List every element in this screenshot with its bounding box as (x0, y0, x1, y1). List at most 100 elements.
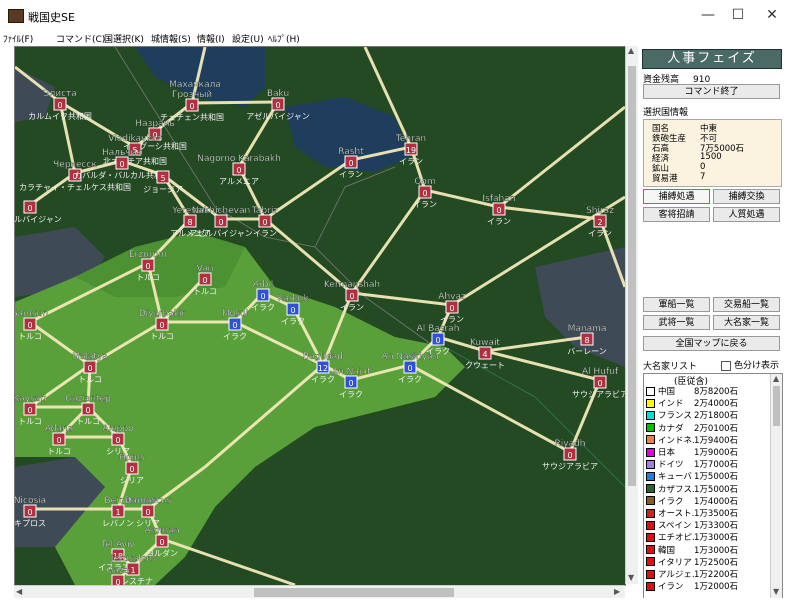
daimyo-list-item[interactable]: キューバ 1万5000石 (646, 470, 738, 482)
color-toggle-label: 色分け表示 (734, 361, 780, 371)
daimyo-list-item[interactable]: インド 2万4000石 (646, 397, 738, 409)
daimyo-list-item[interactable]: 中国 8万8200石 (646, 385, 739, 397)
color-swatch (646, 520, 655, 530)
list-scroll-up[interactable]: ▲ (773, 374, 779, 383)
daimyo-name: スペイン (658, 521, 692, 532)
menu-castle-info[interactable]: 城情報(S) (151, 32, 191, 45)
daimyo-list-item[interactable]: ドイツ 1万7000石 (646, 458, 738, 470)
daimyo-list-item[interactable]: 韓国 1万3000石 (646, 544, 738, 556)
capture-exchange-button[interactable]: 捕縛交換 (713, 189, 780, 204)
country-name: トルコ (150, 332, 174, 341)
hostage-treatment-button[interactable]: 人質処遇 (713, 207, 780, 222)
list-scrollbar[interactable]: ▲ ▼ (770, 374, 782, 598)
capture-treatment-button[interactable]: 捕縛処遇 (643, 189, 710, 204)
map-vertical-scrollbar[interactable]: ▲ ▼ (625, 46, 638, 584)
daimyo-list-item[interactable]: インドネ..1万9400石 (646, 434, 738, 446)
close-button[interactable]: ✕ (752, 4, 792, 26)
daimyo-list-item[interactable]: エチオピ..1万3000石 (646, 531, 738, 544)
country-name: イラク (339, 390, 363, 399)
daimyo-list-item[interactable]: カザフス..1万5000石 (646, 483, 739, 495)
guest-general-button[interactable]: 客将招請 (643, 207, 710, 222)
country-name: キプロス (15, 519, 46, 528)
country-name: バーレーン (567, 347, 607, 356)
menu-info[interactable]: 情報(I) (197, 32, 225, 45)
daimyo-name: エチオピ.. (658, 533, 694, 544)
country-name: カラチャイ・チェルケス共和国 (19, 183, 131, 192)
daimyo-name: 日本 (658, 448, 676, 458)
country-name: イラン (413, 200, 437, 209)
castle-number: 4 (482, 350, 487, 359)
warship-list-button[interactable]: 軍船一覧 (643, 297, 710, 312)
daimyo-name: アルジェ.. (658, 570, 694, 580)
list-scroll-thumb[interactable] (773, 386, 780, 426)
map-horizontal-scrollbar[interactable]: ◀ ▶ (14, 585, 625, 599)
color-swatch (646, 545, 655, 555)
castle-number: 8 (584, 336, 589, 345)
country-name: ジョージア (143, 185, 183, 194)
menu-settings[interactable]: 設定(U) (232, 32, 264, 45)
info-row: 貿易港 7 (652, 172, 706, 184)
daimyo-list[interactable]: (臣従含) 中国 8万8200石 インド 2万4000石 フランス 2万1800石 カナダ 2… (643, 373, 783, 599)
menu-file[interactable]: ﾌｧｲﾙ(F) (3, 32, 33, 45)
world-map[interactable]: Махачкала Baku 0 アゼルバイジャン Элиста 0 カルムイク共和国 Гро… (14, 46, 626, 586)
end-command-button[interactable]: コマンド終了 (643, 84, 780, 99)
castle-number: 0 (129, 465, 134, 474)
scroll-down-arrow[interactable]: ▼ (628, 573, 634, 582)
tradeship-list-button[interactable]: 交易船一覧 (713, 297, 780, 312)
castle-number: 0 (159, 538, 164, 547)
scroll-right-arrow[interactable]: ▶ (614, 587, 620, 596)
daimyo-list-item[interactable]: オースト..1万3500石 (646, 507, 738, 519)
castle-number: 0 (56, 436, 61, 445)
daimyo-list-button[interactable]: 大名家一覧 (713, 315, 780, 330)
castle-number: 0 (115, 578, 120, 585)
scroll-left-arrow[interactable]: ◀ (16, 587, 22, 596)
daimyo-name: 韓国 (658, 545, 676, 556)
back-to-map-button[interactable]: 全国マップに戻る (643, 336, 780, 351)
color-swatch (646, 569, 655, 579)
daimyo-value: 1万2200石 (694, 570, 739, 580)
castle-number: 0 (115, 436, 120, 445)
daimyo-name: オースト.. (658, 509, 694, 519)
daimyo-list-item[interactable]: カナダ 2万0100石 (646, 422, 739, 434)
city-name: Махачкала (169, 80, 221, 90)
daimyo-list-item[interactable]: 日本 1万9000石 (646, 446, 739, 458)
castle-number: 8 (187, 218, 192, 227)
horizontal-scroll-thumb[interactable] (254, 588, 454, 597)
side-panel: 人事フェイズ 資金残高 910 コマンド終了 選択国情報 国名 中東 鉄砲生産 不可 … (639, 46, 785, 599)
city-marker[interactable]: Махачкала (169, 80, 221, 90)
country-name: トルコ (18, 332, 42, 341)
menu-help[interactable]: ﾍﾙﾌﾟ(H) (268, 32, 300, 45)
daimyo-value: 1万9000石 (694, 448, 739, 458)
daimyo-value: 2万0100石 (694, 423, 739, 434)
country-name: カルムイク共和国 (28, 112, 92, 121)
country-name: イラン (340, 303, 364, 312)
map-canvas[interactable]: МахачкалаBaku0アゼルバイジャンЭлиста0カルムイク共和国Гро… (15, 47, 625, 585)
menu-command[interactable]: コマンド(C) (56, 32, 105, 45)
daimyo-list-item[interactable]: イラン 1万2000石 (646, 580, 738, 592)
scroll-up-arrow[interactable]: ▲ (628, 46, 634, 55)
color-swatch (646, 423, 655, 433)
daimyo-list-item[interactable]: フランス 2万1800石 (646, 409, 738, 421)
daimyo-value: 1万2500石 (694, 557, 739, 568)
daimyo-list-item[interactable]: アルジェ..1万2200石 (646, 568, 739, 580)
list-scroll-down[interactable]: ▼ (773, 587, 779, 596)
castle-number: 0 (597, 379, 602, 388)
color-toggle-checkbox[interactable]: 色分け表示 (721, 358, 779, 371)
daimyo-list-item[interactable]: スペイン 1万3300石 (646, 519, 738, 532)
color-swatch (646, 386, 655, 396)
phase-banner: 人事フェイズ (642, 49, 782, 69)
country-name: クウェート (465, 361, 505, 370)
vertical-scroll-thumb[interactable] (628, 66, 636, 486)
daimyo-name: イラク (658, 496, 684, 507)
country-name: トルコ (136, 273, 160, 282)
general-list-button[interactable]: 武将一覧 (643, 315, 710, 330)
checkbox-box[interactable] (721, 360, 731, 371)
country-name: イラン (399, 157, 423, 166)
daimyo-value: 1万5000石 (694, 484, 739, 495)
castle-number: 12 (318, 364, 328, 373)
daimyo-value: 8万8200石 (694, 387, 739, 397)
daimyo-list-item[interactable]: イタリア 1万2500石 (646, 556, 739, 568)
daimyo-list-item[interactable]: イラク 1万4000石 (646, 495, 738, 507)
castle-number: 0 (189, 102, 194, 111)
menu-country-select[interactable]: 国選択(K) (104, 32, 144, 45)
